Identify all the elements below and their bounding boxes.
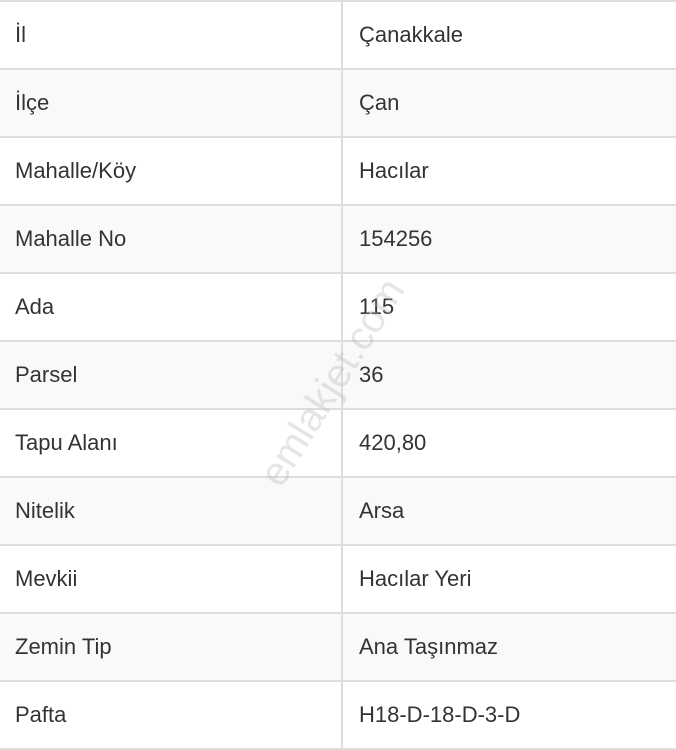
row-label: Mahalle/Köy [0,138,343,204]
row-label: Tapu Alanı [0,410,343,476]
row-value: Çanakkale [359,22,463,47]
table-row-mahalle-koy: Mahalle/Köy Hacılar [0,138,676,206]
table-row-mahalle-no: Mahalle No 154256 [0,206,676,274]
table-row-nitelik: Nitelik Arsa [0,478,676,546]
row-label: Ada [0,274,343,340]
row-label: İl [0,2,343,68]
row-value: Hacılar Yeri [359,566,472,591]
row-label: Nitelik [0,478,343,544]
row-value: Ana Taşınmaz [359,634,499,659]
row-value: Arsa [359,498,405,523]
row-label: Mahalle No [0,206,343,272]
table-row-il: İl Çanakkale [0,2,676,70]
row-value: Çan [359,90,400,115]
row-value: 36 [359,362,384,387]
table-row-pafta: Pafta H18-D-18-D-3-D [0,682,676,750]
table-row-mevkii: Mevkii Hacılar Yeri [0,546,676,614]
row-label: Mevkii [0,546,343,612]
table-row-tapu-alani: Tapu Alanı 420,80 [0,410,676,478]
table-row-zemin-tip: Zemin Tip Ana Taşınmaz [0,614,676,682]
property-details-table: İl Çanakkale İlçe Çan Mahalle/Köy Hacıla… [0,0,676,750]
table-row-ilce: İlçe Çan [0,70,676,138]
table-row-parsel: Parsel 36 [0,342,676,410]
row-label: İlçe [0,70,343,136]
row-value: 420,80 [359,430,427,455]
row-label: Pafta [0,682,343,748]
table-row-ada: Ada 115 [0,274,676,342]
row-value: 154256 [359,226,433,251]
row-label: Zemin Tip [0,614,343,680]
row-value: Hacılar [359,158,429,183]
row-value: 115 [359,294,395,319]
row-label: Parsel [0,342,343,408]
row-value: H18-D-18-D-3-D [359,702,521,727]
